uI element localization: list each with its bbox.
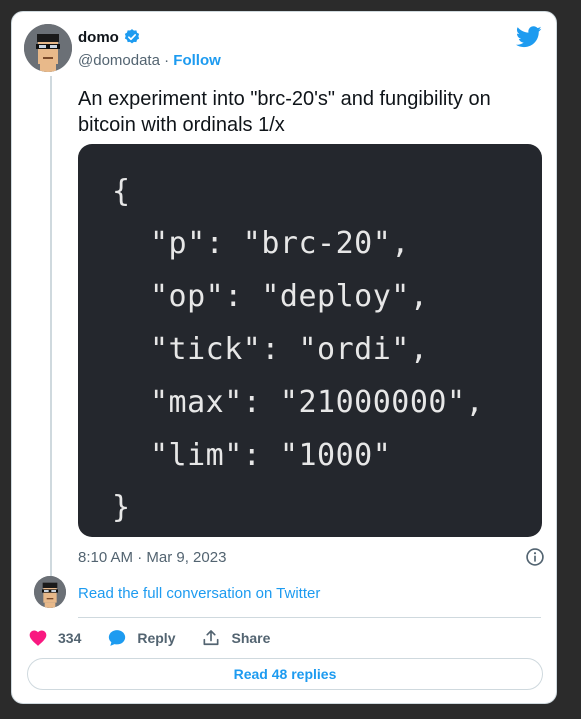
author-name-row: domo — [78, 28, 141, 46]
action-bar: 334 Reply Share — [28, 628, 296, 648]
code-line: "tick": "ordi", — [150, 332, 429, 367]
share-icon — [203, 630, 219, 646]
code-line: } — [112, 490, 131, 525]
handle-separator: · — [164, 52, 170, 69]
code-line: { — [112, 174, 131, 209]
heart-icon — [29, 630, 47, 646]
thread-line — [50, 76, 52, 578]
divider — [78, 617, 541, 618]
avatar[interactable] — [24, 24, 72, 72]
tweet-timestamp[interactable]: 8:10 AM · Mar 9, 2023 — [78, 549, 226, 566]
tweet-text: An experiment into "brc-20's" and fungib… — [78, 86, 518, 138]
code-line: "max": "21000000", — [150, 385, 485, 420]
code-line: "lim": "1000" — [150, 438, 392, 473]
code-screenshot-image[interactable]: { "p": "brc-20", "op": "deploy", "tick":… — [78, 144, 542, 537]
like-count: 334 — [58, 630, 82, 646]
reply-label: Reply — [137, 630, 176, 646]
share-label: Share — [231, 630, 271, 646]
follow-link[interactable]: Follow — [173, 52, 221, 69]
author-name[interactable]: domo — [78, 29, 119, 46]
share-button[interactable]: Share — [201, 628, 270, 648]
like-button[interactable]: 334 — [28, 628, 81, 648]
read-replies-label: Read 48 replies — [233, 666, 337, 682]
reply-bubble-icon — [109, 630, 126, 646]
info-icon[interactable] — [525, 547, 545, 567]
read-conversation-link[interactable]: Read the full conversation on Twitter — [78, 585, 320, 602]
tweet-text-line-1: An experiment into "brc-20's" and fungib… — [78, 88, 491, 110]
tweet-text-line-2: bitcoin with ordinals 1/x — [78, 114, 285, 136]
tweet-embed-card: domo @domodata · Follow An experiment in… — [11, 11, 557, 704]
small-avatar[interactable] — [34, 576, 66, 608]
author-handle-row: @domodata · Follow — [78, 52, 221, 69]
twitter-bird-icon[interactable] — [516, 26, 542, 48]
code-line: "p": "brc-20", — [150, 226, 410, 261]
author-handle[interactable]: @domodata — [78, 52, 160, 69]
read-replies-button[interactable]: Read 48 replies — [27, 658, 543, 690]
verified-badge-icon — [124, 29, 139, 44]
code-line: "op": "deploy", — [150, 279, 429, 314]
reply-button[interactable]: Reply — [107, 628, 175, 648]
